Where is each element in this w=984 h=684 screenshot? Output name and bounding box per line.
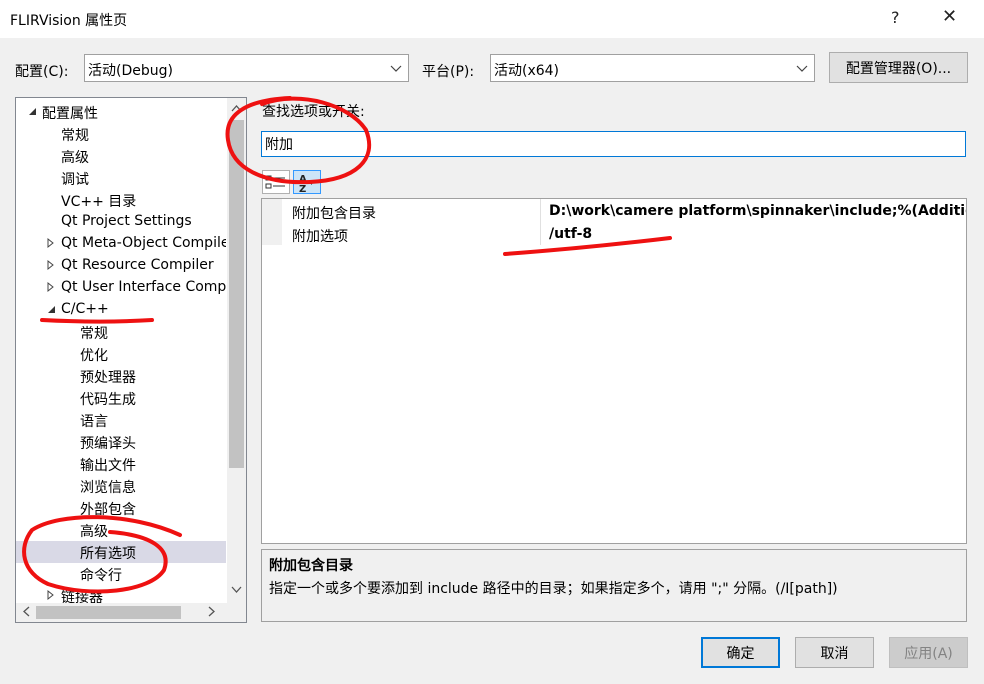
property-grid[interactable]: 附加包含目录 D:\work\camere platform\spinnaker… — [261, 198, 967, 544]
cancel-button[interactable]: 取消 — [795, 637, 874, 668]
tree-item[interactable]: 语言 — [16, 409, 226, 431]
property-value[interactable]: D:\work\camere platform\spinnaker\includ… — [549, 203, 966, 219]
sort-az-icon: A Z — [299, 174, 314, 195]
scroll-left-icon[interactable] — [22, 606, 30, 617]
description-title: 附加包含目录 — [269, 558, 353, 574]
tree-item[interactable]: C/C++ — [16, 299, 226, 321]
config-manager-button[interactable]: 配置管理器(O)... — [829, 52, 968, 83]
tree-item-label: 代码生成 — [80, 392, 136, 408]
platform-label: 平台(P): — [422, 64, 475, 80]
tree-item-label: 所有选项 — [80, 546, 136, 562]
tree-item-label: Qt Meta-Object Compiler — [61, 235, 226, 251]
tree-item-label: 预编译头 — [80, 436, 136, 452]
tree-item-label: Qt Project Settings — [61, 213, 192, 229]
tree-collapsed-icon[interactable] — [45, 259, 57, 271]
tree-collapsed-icon[interactable] — [45, 281, 57, 293]
tree-collapsed-icon[interactable] — [45, 589, 57, 601]
window-title: FLIRVision 属性页 — [10, 13, 128, 29]
platform-value: 活动(x64) — [494, 63, 560, 79]
tree-item[interactable]: 外部包含 — [16, 497, 226, 519]
tree-vscroll-thumb[interactable] — [229, 120, 244, 468]
tree-item-label: 外部包含 — [80, 502, 136, 518]
property-name: 附加包含目录 — [292, 206, 376, 222]
tree-horizontal-scrollbar[interactable] — [16, 603, 246, 622]
grid-row-include-dirs[interactable]: 附加包含目录 D:\work\camere platform\spinnaker… — [262, 200, 966, 223]
scroll-right-icon[interactable] — [208, 606, 216, 617]
tree-item[interactable]: 调试 — [16, 167, 226, 189]
tree-item[interactable]: 优化 — [16, 343, 226, 365]
tree-item[interactable]: Qt Meta-Object Compiler — [16, 233, 226, 255]
tree-item[interactable]: VC++ 目录 — [16, 189, 226, 211]
chevron-down-icon — [390, 65, 402, 72]
tree-hscroll-thumb[interactable] — [36, 606, 181, 619]
tree-item-label: Qt User Interface Compiler — [61, 279, 226, 295]
tree-item[interactable]: 高级 — [16, 145, 226, 167]
config-dropdown[interactable]: 活动(Debug) — [84, 54, 409, 82]
tree-item-label: 语言 — [80, 414, 108, 430]
config-value: 活动(Debug) — [88, 63, 173, 79]
description-panel: 附加包含目录 指定一个或多个要添加到 include 路径中的目录；如果指定多个… — [261, 549, 967, 622]
help-button[interactable]: ? — [891, 8, 900, 27]
config-label: 配置(C): — [15, 64, 69, 80]
tree-item[interactable]: 命令行 — [16, 563, 226, 585]
tree-item-label: 常规 — [61, 128, 89, 144]
tree-item[interactable]: 预处理器 — [16, 365, 226, 387]
tree-item-label: 输出文件 — [80, 458, 136, 474]
tree-vertical-scrollbar[interactable] — [227, 98, 246, 604]
tree-item[interactable]: Qt User Interface Compiler — [16, 277, 226, 299]
title-bar: FLIRVision 属性页 ? ✕ — [0, 0, 984, 38]
category-view-button[interactable] — [262, 170, 290, 194]
property-name: 附加选项 — [292, 229, 348, 245]
apply-button[interactable]: 应用(A) — [889, 637, 968, 668]
tree-item-label: C/C++ — [61, 301, 109, 317]
close-button[interactable]: ✕ — [942, 6, 957, 27]
tree-item[interactable]: 所有选项 — [16, 541, 226, 563]
tree-item-label: 预处理器 — [80, 370, 136, 386]
tree-item-label: Qt Resource Compiler — [61, 257, 214, 273]
search-input[interactable] — [261, 131, 966, 157]
property-tree[interactable]: 链接器 命令行 所有选项 高级 外部包含 浏览信息 输出文件 预编译头 语言 代码生成 预处理器 优化… — [15, 97, 247, 623]
property-value[interactable]: /utf-8 — [549, 226, 592, 242]
search-label: 查找选项或开关: — [262, 104, 365, 120]
tree-item[interactable]: 输出文件 — [16, 453, 226, 475]
tree-item-label: 命令行 — [80, 568, 122, 584]
tree-item-label: 高级 — [61, 150, 89, 166]
svg-text:Z: Z — [299, 184, 306, 193]
tree-item-label: 常规 — [80, 326, 108, 342]
tree-item[interactable]: 常规 — [16, 321, 226, 343]
platform-dropdown[interactable]: 活动(x64) — [490, 54, 815, 82]
tree-item[interactable]: 高级 — [16, 519, 226, 541]
description-text: 指定一个或多个要添加到 include 路径中的目录；如果指定多个，请用 ";"… — [269, 581, 838, 597]
tree-item[interactable]: 浏览信息 — [16, 475, 226, 497]
tree-item-label: 配置属性 — [42, 106, 98, 122]
tree-expanded-icon[interactable] — [45, 303, 57, 315]
ok-button[interactable]: 确定 — [701, 637, 780, 668]
sort-alpha-button[interactable]: A Z — [293, 170, 321, 195]
tree-item-label: 浏览信息 — [80, 480, 136, 496]
chevron-down-icon — [796, 65, 808, 72]
tree-expanded-icon[interactable] — [26, 105, 38, 117]
tree-item[interactable]: 常规 — [16, 123, 226, 145]
scroll-up-icon[interactable] — [231, 104, 242, 112]
tree-collapsed-icon[interactable] — [45, 237, 57, 249]
tree-item-label: 高级 — [80, 524, 108, 540]
tree-item[interactable]: 预编译头 — [16, 431, 226, 453]
scroll-down-icon[interactable] — [231, 586, 242, 594]
tree-item-label: 优化 — [80, 348, 108, 364]
tree-item[interactable]: 代码生成 — [16, 387, 226, 409]
grid-row-additional-options[interactable]: 附加选项 /utf-8 — [262, 223, 966, 246]
tree-item-label: 调试 — [61, 172, 89, 188]
tree-item[interactable]: Qt Resource Compiler — [16, 255, 226, 277]
tree-item-label: VC++ 目录 — [61, 194, 137, 210]
list-category-icon — [265, 175, 285, 189]
tree-item[interactable]: Qt Project Settings — [16, 211, 226, 233]
tree-item[interactable]: 配置属性 — [16, 101, 226, 123]
